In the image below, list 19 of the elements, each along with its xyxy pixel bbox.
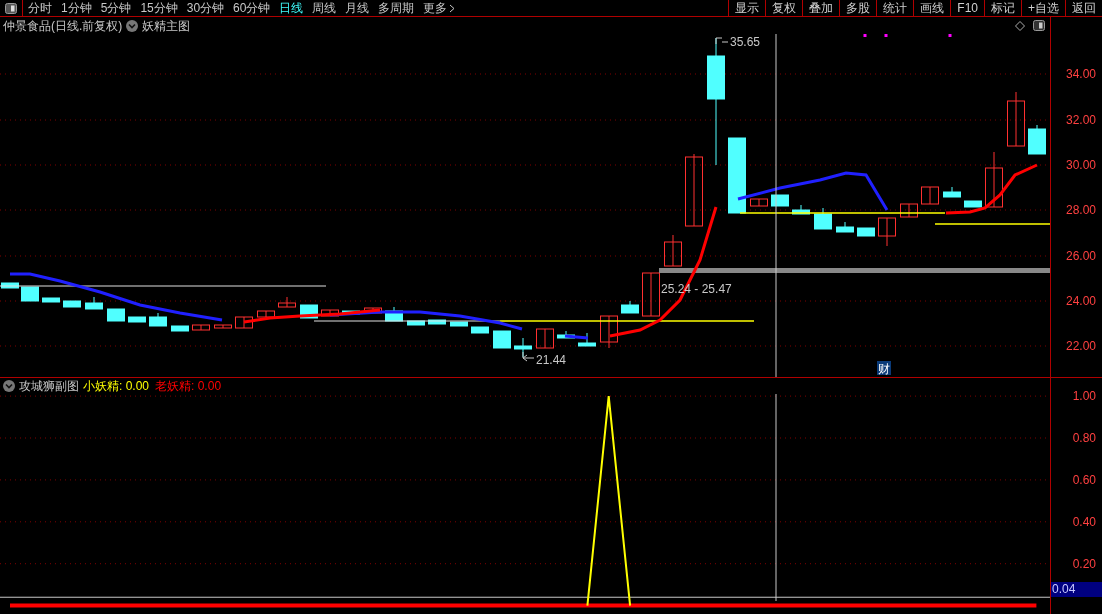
axis-label: 22.00 — [1065, 340, 1096, 352]
axis-label: 28.00 — [1065, 204, 1096, 216]
axis-label: 34.00 — [1065, 68, 1096, 80]
axis-label: 0.20 — [1072, 557, 1096, 570]
axis-label: 30.00 — [1065, 159, 1096, 171]
legend-label: 小妖精 — [83, 378, 119, 395]
axis-label: 1.00 — [1072, 390, 1096, 403]
chart-title: 仲景食品(日线.前复权) — [3, 17, 123, 35]
price-label: 35.65 — [730, 35, 761, 49]
axis-label: 32.00 — [1065, 114, 1096, 126]
crosshair-value-label: 0.04 — [1051, 582, 1102, 598]
legend-value: : 0.00 — [119, 378, 150, 395]
price-label: 21.44 — [536, 353, 567, 367]
axis-label: 0.80 — [1072, 432, 1096, 444]
axis-label: 24.00 — [1065, 295, 1096, 307]
axis-label: 0.40 — [1072, 515, 1096, 528]
legend-value: : 0.00 — [191, 378, 222, 395]
axis-label: 26.00 — [1065, 250, 1096, 262]
axis-label: 0.60 — [1072, 473, 1096, 486]
